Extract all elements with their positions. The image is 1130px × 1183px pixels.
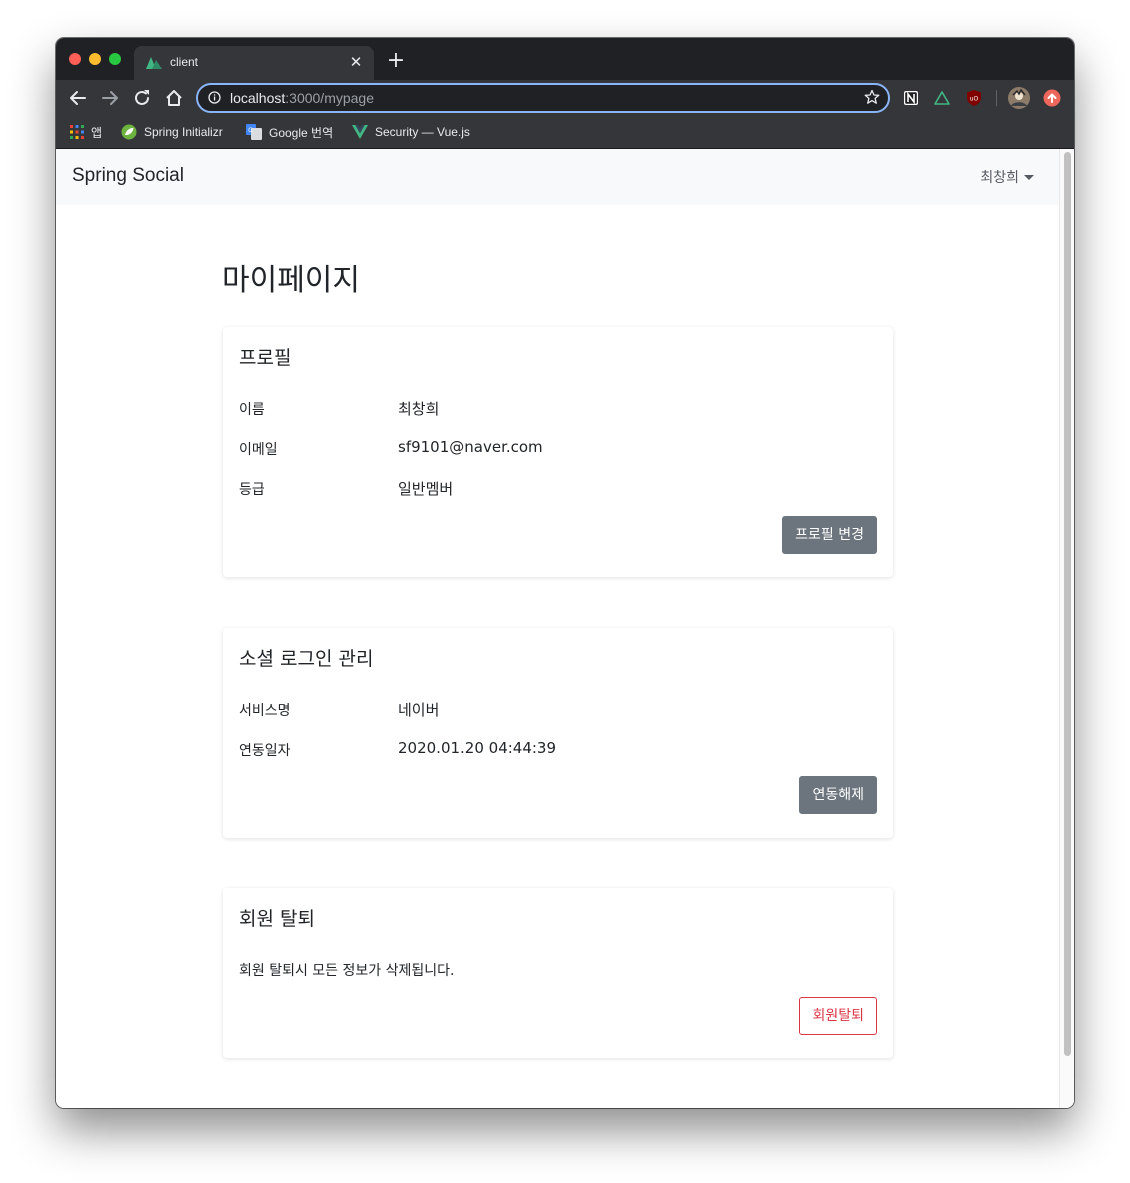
browser-toolbar: localhost:3000/mypage uO — [56, 80, 1074, 116]
page-viewport: Spring Social 최창희 마이페이지 프로필 이름 최창희 이메일 s… — [56, 149, 1074, 1108]
email-label: 이메일 — [239, 442, 278, 458]
profile-card: 프로필 이름 최창희 이메일 sf9101@naver.com 등급 일반멤버 … — [223, 327, 893, 577]
user-dropdown[interactable]: 최창희 — [980, 167, 1034, 187]
profile-avatar-icon[interactable] — [1008, 87, 1030, 109]
bookmark-label: Security — Vue.js — [375, 125, 470, 139]
tab-title: client — [170, 55, 199, 69]
caret-down-icon — [1024, 174, 1034, 180]
info-icon[interactable] — [208, 91, 221, 104]
notion-icon[interactable] — [902, 89, 920, 107]
service-name-value: 네이버 — [398, 701, 440, 719]
nuxt-devtools-icon[interactable] — [933, 89, 951, 107]
page-title: 마이페이지 — [222, 263, 360, 298]
update-alert-icon[interactable] — [1043, 89, 1061, 107]
withdraw-card: 회원 탈퇴 회원 탈퇴시 모든 정보가 삭제됩니다. 회원탈퇴 — [223, 888, 893, 1058]
name-label: 이름 — [239, 402, 265, 418]
user-name: 최창희 — [980, 170, 1019, 186]
new-tab-button[interactable]: + — [386, 50, 406, 72]
withdraw-notice: 회원 탈퇴시 모든 정보가 삭제됩니다. — [239, 963, 455, 979]
forward-arrow-icon[interactable] — [99, 87, 121, 109]
bookmark-label: Spring Initializr — [144, 125, 223, 139]
email-value: sf9101@naver.com — [398, 438, 543, 456]
reload-icon[interactable] — [131, 87, 153, 109]
profile-card-title: 프로필 — [239, 347, 292, 369]
svg-text:uO: uO — [970, 96, 979, 103]
svg-text:G: G — [248, 127, 253, 134]
bookmark-label: 앱 — [91, 125, 103, 140]
home-icon[interactable] — [163, 87, 185, 109]
bookmark-star-icon[interactable] — [864, 89, 880, 105]
back-arrow-icon[interactable] — [67, 87, 89, 109]
nuxt-logo-icon — [146, 57, 162, 69]
close-tab-icon[interactable]: ✕ — [348, 54, 364, 70]
site-navbar: Spring Social 최창희 — [56, 149, 1060, 205]
linked-date-label: 연동일자 — [239, 743, 291, 759]
address-bar[interactable]: localhost:3000/mypage — [196, 83, 890, 113]
grade-label: 등급 — [239, 482, 265, 498]
bookmark-label: Google 번역 — [269, 125, 334, 140]
linked-date-value: 2020.01.20 04:44:39 — [398, 739, 557, 757]
bookmark-spring-initializr[interactable]: Spring Initializr — [121, 122, 223, 142]
close-window-button[interactable] — [69, 53, 81, 65]
vue-logo-icon — [352, 125, 368, 139]
navbar-brand[interactable]: Spring Social — [72, 165, 184, 187]
ublock-icon[interactable]: uO — [965, 89, 983, 107]
toolbar-separator — [996, 90, 997, 106]
grade-value: 일반멤버 — [398, 480, 454, 498]
unlink-button[interactable]: 연동해제 — [799, 776, 877, 814]
browser-window: client ✕ + localhost:3000/mypage uO 앱 Sp… — [56, 38, 1074, 1108]
tab-client[interactable]: client ✕ — [134, 46, 374, 80]
bookmark-apps[interactable]: 앱 — [70, 122, 102, 142]
tab-strip: client ✕ + — [56, 38, 1074, 80]
minimize-window-button[interactable] — [89, 53, 101, 65]
url-host: localhost — [230, 90, 286, 106]
page-scrollbar[interactable] — [1059, 149, 1074, 1108]
withdraw-button[interactable]: 회원탈퇴 — [799, 997, 877, 1035]
bookmarks-bar: 앱 Spring Initializr G Google 번역 Security… — [56, 116, 1074, 149]
url-path: :3000/mypage — [285, 90, 374, 106]
name-value: 최창희 — [398, 400, 440, 418]
spring-leaf-icon — [121, 124, 137, 140]
social-login-card: 소셜 로그인 관리 서비스명 네이버 연동일자 2020.01.20 04:44… — [223, 628, 893, 838]
withdraw-card-title: 회원 탈퇴 — [239, 908, 315, 930]
apps-grid-icon — [70, 125, 84, 139]
edit-profile-button[interactable]: 프로필 변경 — [782, 516, 877, 554]
url-text: localhost:3000/mypage — [230, 90, 374, 106]
google-translate-icon: G — [246, 124, 262, 140]
social-card-title: 소셜 로그인 관리 — [239, 648, 374, 670]
bookmark-google-translate[interactable]: G Google 번역 — [246, 122, 333, 142]
maximize-window-button[interactable] — [109, 53, 121, 65]
service-name-label: 서비스명 — [239, 703, 291, 719]
bookmark-vue-security[interactable]: Security — Vue.js — [352, 122, 470, 142]
scrollbar-thumb[interactable] — [1064, 152, 1071, 1056]
